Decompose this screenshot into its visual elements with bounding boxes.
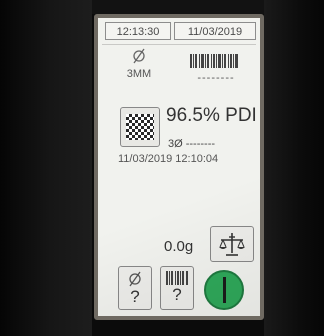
diameter-info: 3MM (114, 48, 164, 90)
balance-scale-icon (219, 233, 245, 256)
pattern-button[interactable] (120, 107, 160, 147)
date-display[interactable]: 11/03/2019 (174, 22, 256, 40)
device-bezel-left (0, 0, 92, 336)
barcode-query-button[interactable]: ? (160, 266, 194, 310)
time-display[interactable]: 12:13:30 (105, 22, 171, 40)
question-mark: ? (172, 285, 182, 304)
touch-screen: 12:13:30 11/03/2019 3MM -------- 96.5% P… (98, 18, 260, 316)
pdi-value: 96.5% PDI (166, 105, 257, 126)
scale-button[interactable] (210, 226, 254, 262)
barcode-icon (190, 54, 238, 68)
barcode-icon (166, 271, 188, 285)
device-bezel-top (92, 0, 264, 14)
start-button[interactable] (204, 270, 244, 310)
status-bar: 12:13:30 11/03/2019 (98, 22, 260, 42)
weight-value: 0.0g (164, 238, 194, 255)
barcode-value: -------- (197, 72, 235, 84)
checkerboard-pattern-icon (126, 114, 154, 140)
action-bar: ? ? (98, 266, 260, 314)
diameter-icon (133, 48, 145, 64)
result-timestamp: 11/03/2019 12:10:04 (118, 153, 219, 165)
device-bezel-right (264, 0, 324, 336)
diameter-icon (129, 271, 141, 287)
question-mark: ? (130, 287, 140, 306)
power-icon (222, 277, 226, 303)
diameter-label: 3MM (126, 68, 152, 80)
header-divider (102, 44, 256, 45)
diameter-query-button[interactable]: ? (118, 266, 152, 310)
count-diameter-value: 3Ø -------- (168, 138, 216, 150)
